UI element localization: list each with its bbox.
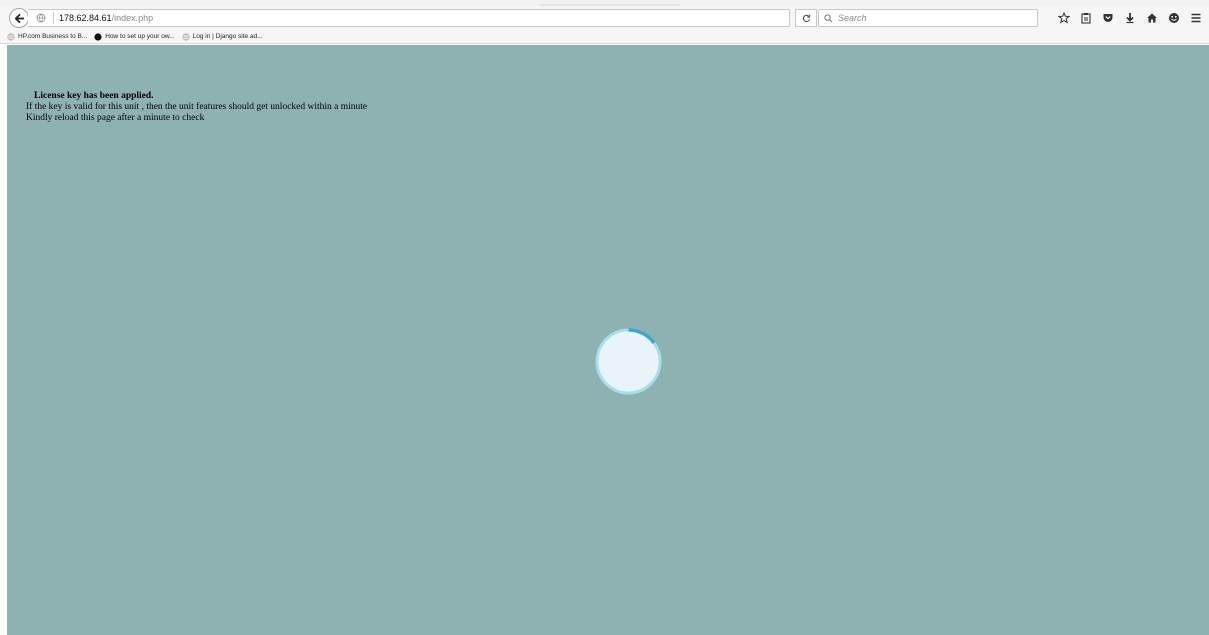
message-line-2: Kindly reload this page after a minute t… [26,113,205,123]
globe-icon [7,32,15,41]
search-input[interactable] [838,13,1028,23]
loading-spinner [595,328,662,395]
bookmark-label: Log in | Django site ad... [192,33,263,40]
download-icon[interactable] [1119,10,1141,26]
search-icon [824,13,834,23]
search-bar [818,9,1038,27]
navigation-bar: 178.62.84.61/index.php [0,6,1209,30]
url-text[interactable]: 178.62.84.61/index.php [59,13,153,23]
smiley-icon[interactable] [1163,10,1185,26]
message-line-1: If the key is valid for this unit , then… [26,102,368,112]
url-bar[interactable]: 178.62.84.61/index.php [28,9,790,27]
url-path: /index.php [111,13,154,23]
bookmark-label: HP.com Business to B... [18,33,88,40]
bookmark-hp[interactable]: HP.com Business to B... [7,32,88,41]
home-icon[interactable] [1141,10,1163,26]
url-separator [53,12,54,24]
clipboard-icon[interactable] [1075,10,1097,26]
license-message: License key has been applied. If the key… [26,91,367,124]
url-host: 178.62.84.61 [59,13,112,23]
bookmarks-toolbar: HP.com Business to B... How to set up yo… [0,30,1209,44]
back-button[interactable] [9,8,29,28]
message-title: License key has been applied. [34,91,154,101]
globe-icon [182,32,190,41]
reload-button[interactable] [795,9,817,27]
bookmark-label: How to set up your ow... [105,33,175,40]
bookmark-setup[interactable]: How to set up your ow... [94,32,175,41]
star-icon[interactable] [1053,10,1075,26]
dot-favicon-icon [94,32,102,41]
bookmark-django[interactable]: Log in | Django site ad... [182,32,263,41]
toolbar-icons [1053,10,1207,26]
reload-icon [802,14,810,22]
arrow-left-icon [14,13,24,23]
pocket-icon[interactable] [1097,10,1119,26]
hamburger-menu-icon[interactable] [1185,10,1207,26]
window-left-edge [0,45,7,635]
globe-icon [34,11,48,25]
page-viewport: License key has been applied. If the key… [7,45,1209,635]
